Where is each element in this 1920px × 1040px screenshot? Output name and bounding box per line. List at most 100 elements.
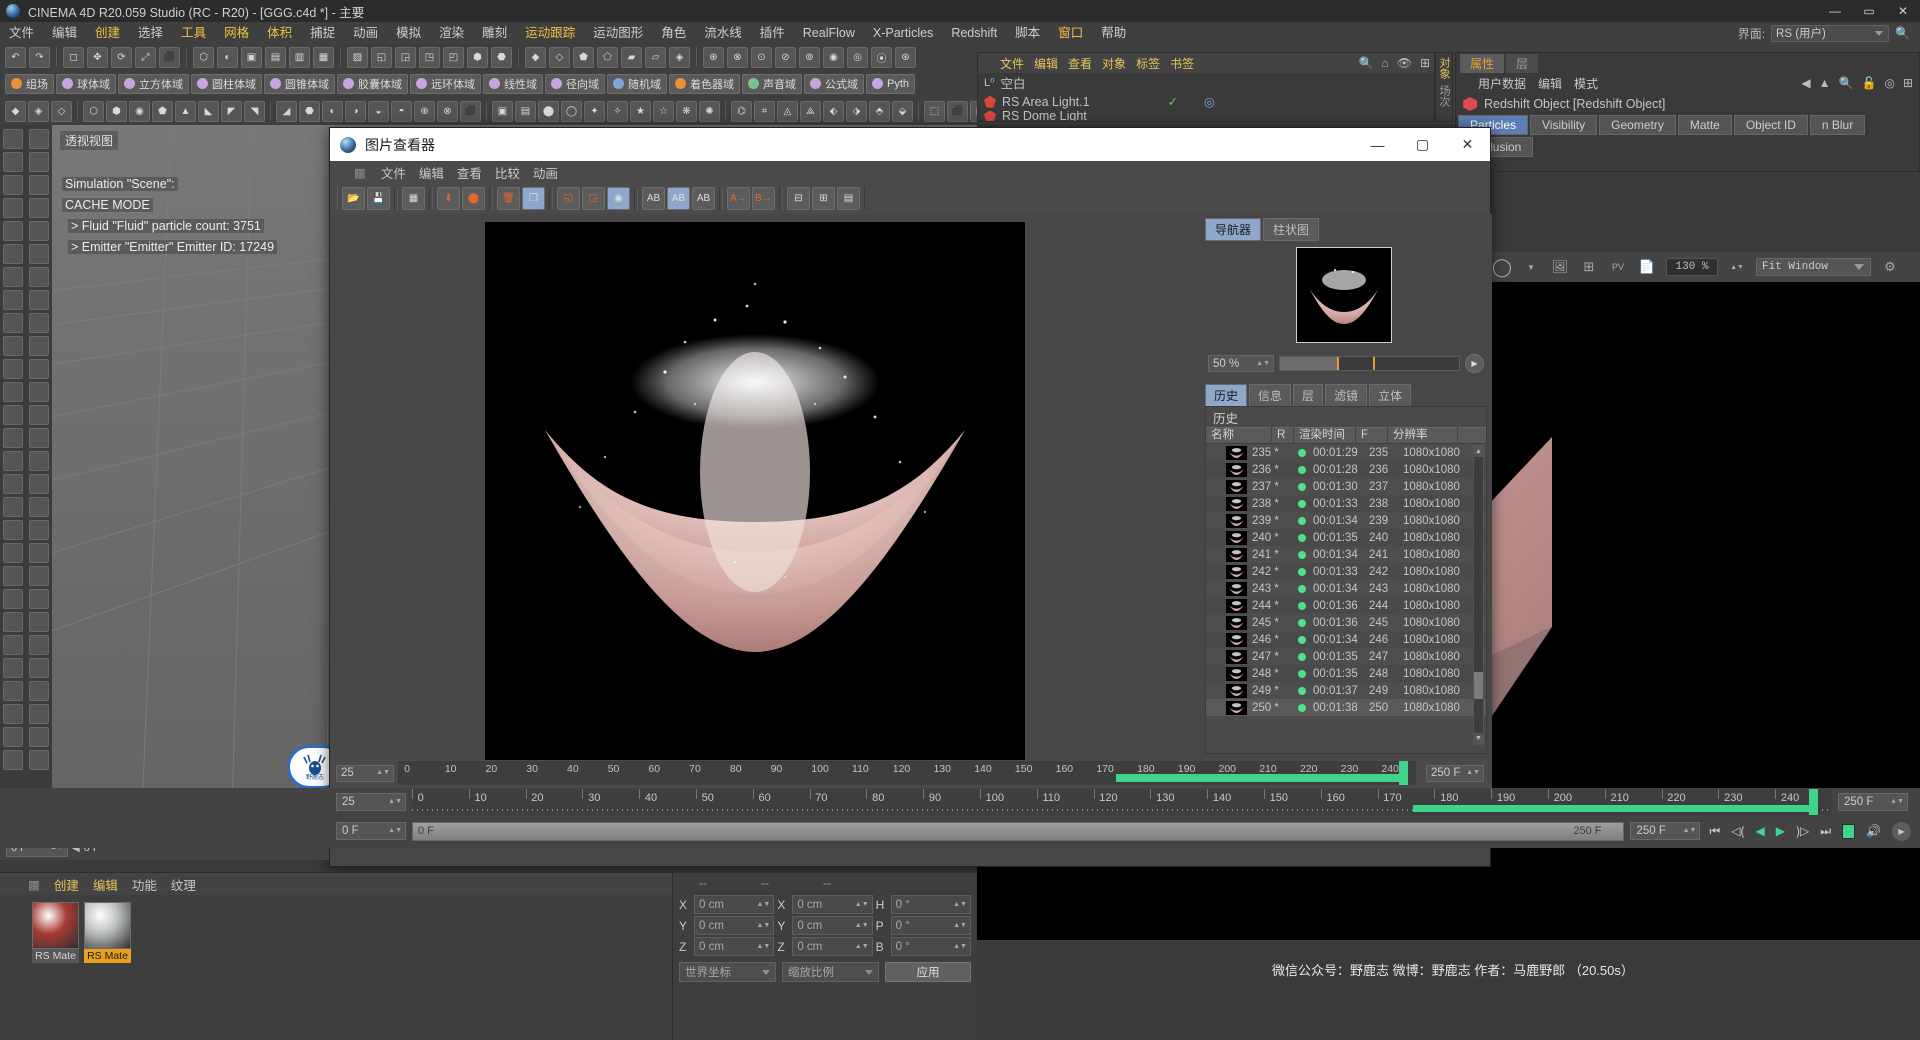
panel-tab-0[interactable]: 历史 xyxy=(1205,384,1247,407)
pv-icon[interactable]: PV xyxy=(1608,257,1628,277)
iv-minimize-button[interactable]: — xyxy=(1355,128,1400,161)
toolbar1-icon-28[interactable]: ⊗ xyxy=(727,47,748,68)
left-tool-0-11[interactable] xyxy=(3,382,23,402)
toolbar1-icon-32[interactable]: ◉ xyxy=(823,47,844,68)
toolbar3-icon-20[interactable]: ▣ xyxy=(492,101,513,122)
toolbar1-icon-23[interactable]: ⬠ xyxy=(597,47,618,68)
left-tool-0-12[interactable] xyxy=(3,405,23,425)
left-tool-0-21[interactable] xyxy=(3,612,23,632)
mat-menu-3[interactable]: 纹理 xyxy=(171,875,196,894)
menu-item-8[interactable]: 动画 xyxy=(344,22,387,44)
image-stack-icon[interactable]: 🖼 xyxy=(1550,257,1570,277)
left-tool-1-8[interactable] xyxy=(29,313,49,333)
scale-mode-dropdown[interactable]: 缩放比例 xyxy=(782,962,879,982)
iv-maximize-button[interactable]: ▢ xyxy=(1400,128,1445,161)
history-row[interactable]: 237 *00:01:302371080x1080 xyxy=(1206,478,1486,495)
set-a-icon[interactable]: A→ xyxy=(727,187,750,210)
left-tool-1-11[interactable] xyxy=(29,382,49,402)
navigator-thumbnail[interactable] xyxy=(1296,247,1392,343)
toolbar3-icon-36[interactable]: ⬘ xyxy=(869,101,890,122)
toolbar1-icon-25[interactable]: ▱ xyxy=(645,47,666,68)
left-tool-0-1[interactable] xyxy=(3,152,23,172)
toolbar3-icon-33[interactable]: ⟁ xyxy=(800,101,821,122)
toolbar1-icon-22[interactable]: ⬟ xyxy=(573,47,594,68)
maximize-button[interactable]: ▭ xyxy=(1852,0,1886,22)
iv-menu-0[interactable]: 文件 xyxy=(381,163,406,182)
tl-options-button[interactable]: ▶ xyxy=(1892,822,1911,841)
interface-selector[interactable]: 界面:RS (用户)🔍 xyxy=(1738,25,1920,42)
toolbar3-icon-4[interactable]: ⬢ xyxy=(106,101,127,122)
timeline-cur-spinner-icon[interactable]: ▲▼ xyxy=(388,828,402,834)
toolbar3-icon-29[interactable]: ✺ xyxy=(699,101,720,122)
toolbar1-icon-34[interactable]: ⦿ xyxy=(871,47,892,68)
toolbar3-icon-37[interactable]: ⬙ xyxy=(892,101,913,122)
plus-box-icon-om[interactable]: ⊞ xyxy=(1420,56,1430,70)
compare-ab-icon[interactable]: AB xyxy=(642,187,665,210)
toolbar3-icon-38[interactable]: ⬚ xyxy=(924,101,945,122)
left-tool-0-27[interactable] xyxy=(3,750,23,770)
menu-item-2[interactable]: 创建 xyxy=(86,22,129,44)
left-tool-1-3[interactable] xyxy=(29,198,49,218)
left-tool-0-13[interactable] xyxy=(3,428,23,448)
material-swatch[interactable]: RS Mate xyxy=(84,902,131,963)
toolbar1-icon-6[interactable]: ⬛ xyxy=(159,47,180,68)
toolbar3-icon-9[interactable]: ◤ xyxy=(221,101,242,122)
left-tool-0-23[interactable] xyxy=(3,658,23,678)
attr-menu-0[interactable]: 模式 xyxy=(1574,75,1598,92)
view-overlay-icon[interactable]: ◉ xyxy=(607,187,630,210)
grid-view-icon[interactable]: ▦ xyxy=(402,187,425,210)
copy-page-icon[interactable]: 📄 xyxy=(1637,257,1657,277)
om-menu-2[interactable]: 查看 xyxy=(1068,55,1092,72)
left-tool-0-9[interactable] xyxy=(3,336,23,356)
coord-position-input-1[interactable]: 0 cm▲▼ xyxy=(694,916,774,935)
tl-play-back-icon[interactable]: ◀ xyxy=(1756,824,1765,838)
panel-tab-3[interactable]: 滤镜 xyxy=(1325,384,1367,407)
image-viewer-canvas-area[interactable] xyxy=(330,214,1200,760)
history-row[interactable]: 240 *00:01:352401080x1080 xyxy=(1206,529,1486,546)
toolbar3-icon-30[interactable]: ⌬ xyxy=(731,101,752,122)
history-rows-container[interactable]: 235 *00:01:292351080x1080236 *00:01:2823… xyxy=(1206,444,1486,716)
toolbar1-icon-14[interactable]: ◱ xyxy=(371,47,392,68)
interface-dropdown[interactable]: RS (用户) xyxy=(1771,25,1889,42)
left-tool-1-14[interactable] xyxy=(29,451,49,471)
left-tool-1-5[interactable] xyxy=(29,244,49,264)
eye-icon-om[interactable]: 👁 xyxy=(1397,56,1412,70)
left-tool-0-7[interactable] xyxy=(3,290,23,310)
scroll-up-arrow-icon[interactable]: ▲ xyxy=(1474,446,1483,457)
history-row[interactable]: 245 *00:01:362451080x1080 xyxy=(1206,614,1486,631)
menu-item-7[interactable]: 捕捉 xyxy=(301,22,344,44)
delete-icon[interactable]: 🗑 xyxy=(497,187,520,210)
material-swatch[interactable]: RS Mate xyxy=(32,902,79,963)
col-resolution[interactable]: 分辨率 xyxy=(1388,427,1458,444)
mat-menu-2[interactable]: 功能 xyxy=(132,875,157,894)
menu-item-12[interactable]: 运动跟踪 xyxy=(516,22,584,44)
col-r[interactable]: R xyxy=(1272,427,1294,444)
toolbar1-icon-0[interactable]: ↶ xyxy=(5,47,26,68)
left-tool-1-26[interactable] xyxy=(29,727,49,747)
iv-close-button[interactable]: ✕ xyxy=(1445,128,1490,161)
left-tool-1-15[interactable] xyxy=(29,474,49,494)
menu-item-21[interactable]: 窗口 xyxy=(1049,22,1092,44)
tl-playhead[interactable] xyxy=(1809,789,1818,815)
timeline-end-spinner-icon[interactable]: ▲▼ xyxy=(1890,799,1904,805)
toolbar3-icon-6[interactable]: ⬟ xyxy=(152,101,173,122)
history-row[interactable]: 250 *00:01:382501080x1080 xyxy=(1206,699,1486,716)
coord-rotation-input-1[interactable]: 0 °▲▼ xyxy=(891,916,971,935)
history-scrollbar[interactable]: ▲ ▼ xyxy=(1473,445,1484,745)
field-chip-5[interactable]: 胶囊体域 xyxy=(337,74,408,94)
timeline-fps-field[interactable]: 25 ▲▼ xyxy=(336,793,406,811)
om-menu-3[interactable]: 对象 xyxy=(1102,55,1126,72)
layout-h-icon[interactable]: ⊟ xyxy=(787,187,810,210)
toolbar1-icon-1[interactable]: ↷ xyxy=(29,47,50,68)
search-icon-om[interactable]: 🔍 xyxy=(1359,56,1374,70)
coord-size-input-0[interactable]: 0 cm▲▼ xyxy=(792,895,872,914)
toolbar3-icon-22[interactable]: ⬤ xyxy=(538,101,559,122)
menu-item-17[interactable]: RealFlow xyxy=(794,22,864,44)
menu-item-22[interactable]: 帮助 xyxy=(1092,22,1135,44)
om-menu-1[interactable]: 编辑 xyxy=(1034,55,1058,72)
left-tool-0-8[interactable] xyxy=(3,313,23,333)
left-tool-0-18[interactable] xyxy=(3,543,23,563)
toolbar3-icon-39[interactable]: ⬛ xyxy=(947,101,968,122)
iv-menu-1[interactable]: 编辑 xyxy=(419,163,444,182)
rs-tab-5[interactable]: n Blur xyxy=(1810,115,1865,135)
